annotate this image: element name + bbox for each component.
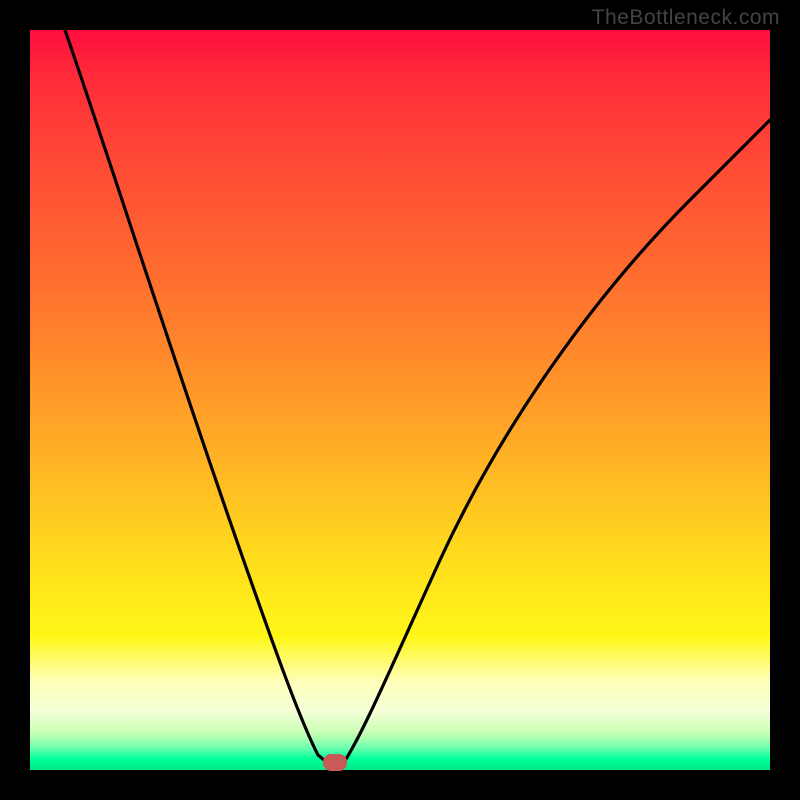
watermark-text: TheBottleneck.com	[592, 6, 780, 30]
curve-path	[65, 30, 770, 765]
plot-area	[30, 30, 770, 770]
optimal-point-marker	[323, 754, 347, 771]
bottleneck-curve	[30, 30, 770, 770]
chart-frame: TheBottleneck.com	[0, 0, 800, 800]
